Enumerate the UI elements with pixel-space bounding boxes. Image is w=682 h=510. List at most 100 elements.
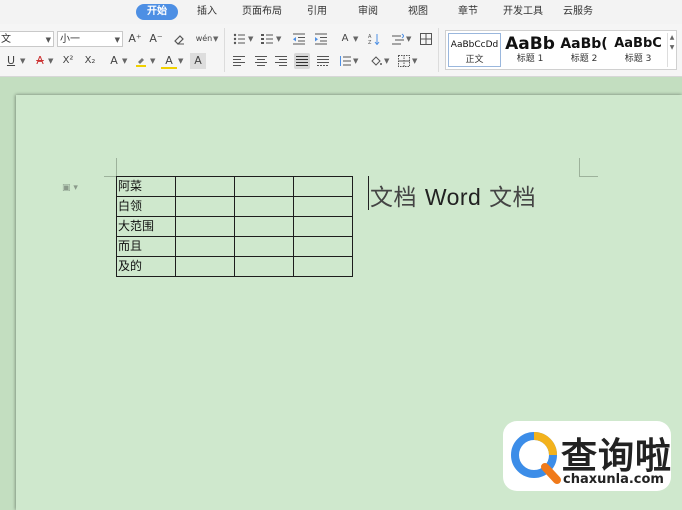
tab-review[interactable]: 审阅 xyxy=(354,4,382,20)
distributed-button[interactable] xyxy=(315,53,331,69)
table-cell[interactable] xyxy=(293,196,353,217)
superscript-button[interactable]: X² xyxy=(60,53,76,69)
strikethrough-button[interactable]: A xyxy=(32,53,48,69)
style-heading-2[interactable]: AaBb( 标题 2 xyxy=(557,33,611,67)
tab-insert[interactable]: 插入 xyxy=(193,4,221,20)
tab-developer[interactable]: 开发工具 xyxy=(499,4,547,20)
text-run-1: 文档 xyxy=(370,185,425,211)
table-cell[interactable]: 及的 xyxy=(116,256,176,277)
underline-button[interactable]: U xyxy=(3,53,19,69)
tab-page-layout[interactable]: 页面布局 xyxy=(238,4,286,20)
font-size-select[interactable]: 小一 ▼ xyxy=(57,31,123,47)
justify-icon xyxy=(296,56,308,66)
table-cell[interactable] xyxy=(175,176,235,197)
character-shading-button[interactable]: A xyxy=(190,53,206,69)
paragraph-handle-icon[interactable]: ▣ ▾ xyxy=(62,183,78,193)
chevron-down-icon[interactable]: ▼ xyxy=(353,31,358,47)
chevron-down-icon[interactable]: ▼ xyxy=(122,53,127,69)
bullet-list-button[interactable] xyxy=(231,31,247,47)
watermark-brand-url: chaxunla.com xyxy=(563,472,664,487)
style-heading-1[interactable]: AaBb 标题 1 xyxy=(503,33,557,67)
increase-indent-button[interactable] xyxy=(313,31,329,47)
svg-text:Z: Z xyxy=(368,40,372,45)
style-preview: AaBbCcDd xyxy=(450,40,499,50)
style-preview: AaBbC xyxy=(614,36,662,51)
phonetic-guide-button[interactable]: wén xyxy=(194,31,214,47)
divider xyxy=(224,28,225,72)
shading-button[interactable] xyxy=(368,53,384,69)
chevron-down-icon[interactable]: ▼ xyxy=(48,53,53,69)
numbered-list-button[interactable] xyxy=(259,31,275,47)
tab-home[interactable]: 开始 xyxy=(136,4,178,20)
align-center-button[interactable] xyxy=(253,53,269,69)
shrink-font-icon: A⁻ xyxy=(149,32,163,45)
chevron-down-icon[interactable]: ▼ xyxy=(178,53,183,69)
tab-sections[interactable]: 章节 xyxy=(454,4,482,20)
table-cell[interactable] xyxy=(234,256,294,277)
margin-corner-top-right xyxy=(579,158,598,177)
table-cell[interactable] xyxy=(175,236,235,257)
clear-format-button[interactable] xyxy=(171,31,187,47)
table-cell[interactable]: 而且 xyxy=(116,236,176,257)
character-shading-icon: A xyxy=(194,54,202,67)
chevron-down-icon[interactable]: ▼ xyxy=(276,31,281,47)
sort-button[interactable]: AZ xyxy=(366,31,382,47)
subscript-button[interactable]: X₂ xyxy=(82,53,98,69)
justify-button[interactable] xyxy=(294,53,310,69)
document-text[interactable]: 文档 Word 文档 xyxy=(370,178,536,212)
paint-bucket-icon xyxy=(371,56,382,66)
text-direction-button[interactable]: A xyxy=(337,31,353,47)
style-normal[interactable]: AaBbCcDd 正文 xyxy=(448,33,501,67)
chevron-down-icon[interactable]: ▼ xyxy=(406,31,411,47)
align-right-button[interactable] xyxy=(273,53,289,69)
chevron-down-icon[interactable]: ▼ xyxy=(20,53,25,69)
text-effect-icon: A xyxy=(110,54,118,67)
table-button[interactable] xyxy=(418,31,434,47)
table-cell[interactable] xyxy=(175,216,235,237)
chevron-down-icon[interactable]: ▼ xyxy=(213,31,218,47)
chevron-down-icon[interactable]: ▼ xyxy=(353,53,358,69)
highlight-button[interactable] xyxy=(133,53,149,69)
chevron-down-icon[interactable]: ▼ xyxy=(384,53,389,69)
tab-references[interactable]: 引用 xyxy=(303,4,331,20)
grow-font-icon: A⁺ xyxy=(128,32,142,45)
underline-icon: U xyxy=(6,54,16,67)
decrease-indent-button[interactable] xyxy=(291,31,307,47)
table-cell[interactable] xyxy=(234,216,294,237)
chevron-down-icon[interactable]: ▼ xyxy=(412,53,417,69)
text-effect-button[interactable]: A xyxy=(106,53,122,69)
table-cell[interactable] xyxy=(293,236,353,257)
table-cell[interactable] xyxy=(175,196,235,217)
style-heading-3[interactable]: AaBbC 标题 3 xyxy=(611,33,665,67)
line-spacing-button[interactable] xyxy=(390,31,406,47)
highlighter-icon xyxy=(136,58,146,67)
table-cell[interactable] xyxy=(234,176,294,197)
align-left-button[interactable] xyxy=(231,53,247,69)
tab-view[interactable]: 视图 xyxy=(404,4,432,20)
table-cell[interactable] xyxy=(234,196,294,217)
shrink-font-button[interactable]: A⁻ xyxy=(148,31,164,47)
style-gallery-scroll[interactable]: ▲ ▼ xyxy=(667,33,676,67)
watermark-logo: 查询啦 chaxunla.com xyxy=(503,421,671,491)
table-cell[interactable]: 阿菜 xyxy=(116,176,176,197)
table-cell[interactable]: 大范围 xyxy=(116,216,176,237)
font-color-button[interactable]: A xyxy=(161,53,177,69)
paragraph-spacing-button[interactable] xyxy=(337,53,353,69)
table-cell[interactable] xyxy=(234,236,294,257)
table-cell[interactable] xyxy=(175,256,235,277)
grow-font-button[interactable]: A⁺ xyxy=(127,31,143,47)
style-preview: AaBb xyxy=(505,34,555,54)
subscript-icon: X₂ xyxy=(84,55,96,66)
font-name-select[interactable]: 文 ▼ xyxy=(0,31,54,47)
table-cell[interactable] xyxy=(293,216,353,237)
borders-button[interactable] xyxy=(396,53,412,69)
tab-cloud[interactable]: 云服务 xyxy=(559,4,597,20)
table-cell[interactable]: 白领 xyxy=(116,196,176,217)
chevron-down-icon[interactable]: ▼ xyxy=(150,53,155,69)
table-cell[interactable] xyxy=(293,176,353,197)
document-table[interactable]: 阿菜 白领 大范围 而且 及的 xyxy=(116,176,353,277)
table-icon xyxy=(420,33,432,45)
table-cell[interactable] xyxy=(293,256,353,277)
chevron-down-icon[interactable]: ▼ xyxy=(248,31,253,47)
outdent-icon xyxy=(293,33,305,45)
